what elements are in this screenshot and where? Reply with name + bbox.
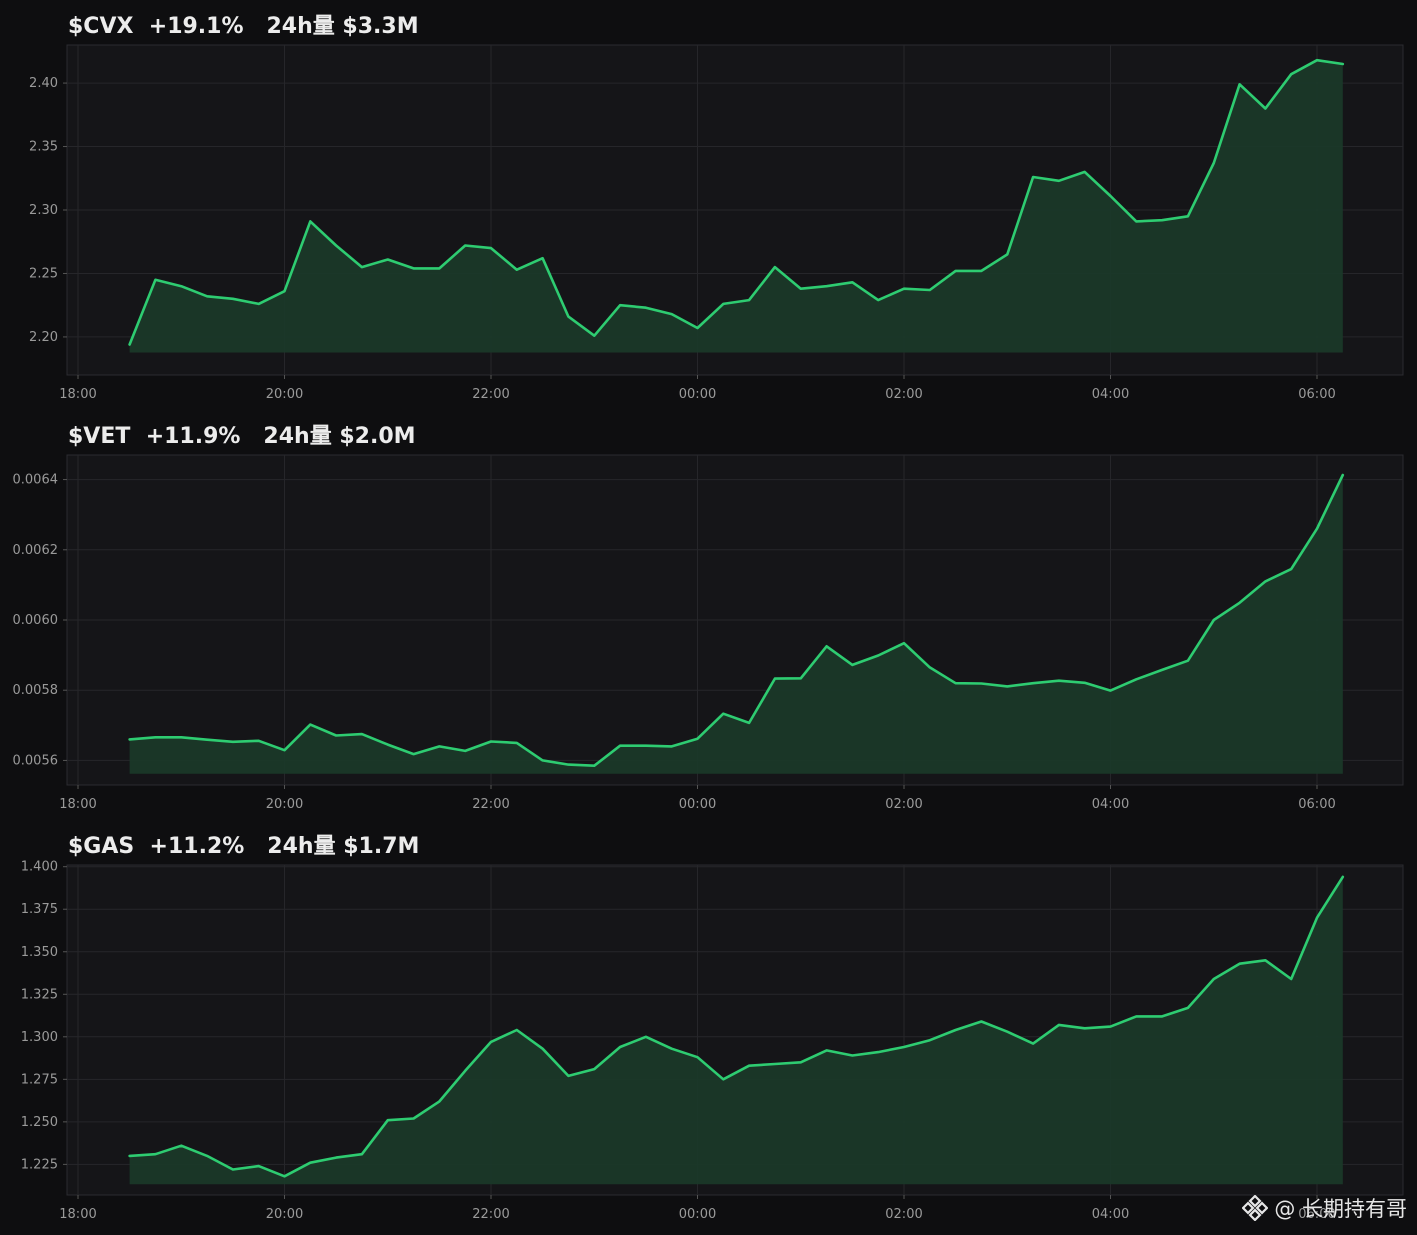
y-tick-label-vet: 0.0062 (13, 543, 59, 558)
x-tick-label-vet: 22:00 (472, 797, 509, 812)
y-tick-label-gas: 1.325 (21, 987, 58, 1002)
x-tick-label-vet: 04:00 (1092, 797, 1129, 812)
x-tick-label-vet: 00:00 (679, 797, 716, 812)
y-tick-label-gas: 1.300 (21, 1030, 58, 1045)
y-tick-label-gas: 1.250 (21, 1115, 58, 1130)
x-tick-label-cvx: 02:00 (885, 387, 922, 402)
charts-canvas: 2.20 2.25 2.30 2.35 2.40 18:00 20:00 22:00 00:00… (13, 44, 1404, 1222)
y-tick-label-gas: 1.350 (21, 945, 58, 960)
watermark-text: @ 长期持有哥 (1274, 1197, 1407, 1221)
x-tick-label-cvx: 00:00 (679, 387, 716, 402)
y-tick-label-cvx: 2.30 (29, 203, 58, 218)
x-tick-label-gas: 02:00 (885, 1207, 922, 1222)
y-tick-label-gas: 1.275 (21, 1072, 58, 1087)
x-tick-label-vet: 18:00 (59, 797, 96, 812)
x-tick-label-gas: 22:00 (472, 1207, 509, 1222)
y-tick-label-cvx: 2.25 (29, 266, 58, 281)
x-tick-label-vet: 20:00 (266, 797, 303, 812)
x-tick-label-gas: 20:00 (266, 1207, 303, 1222)
y-tick-label-vet: 0.0058 (13, 683, 59, 698)
y-tick-label-gas: 1.375 (21, 902, 58, 917)
x-tick-label-cvx: 20:00 (266, 387, 303, 402)
y-tick-label-vet: 0.0064 (13, 473, 59, 488)
x-tick-label-cvx: 22:00 (472, 387, 509, 402)
y-tick-label-gas: 1.400 (21, 860, 58, 875)
y-tick-label-vet: 0.0056 (13, 753, 59, 768)
x-tick-label-cvx: 18:00 (59, 387, 96, 402)
x-tick-label-gas: 00:00 (679, 1207, 716, 1222)
x-tick-label-vet: 06:00 (1298, 797, 1335, 812)
x-tick-label-gas: 18:00 (59, 1207, 96, 1222)
y-tick-label-cvx: 2.40 (29, 76, 58, 91)
x-tick-label-cvx: 04:00 (1092, 387, 1129, 402)
x-tick-label-gas: 04:00 (1092, 1207, 1129, 1222)
y-tick-label-vet: 0.0060 (13, 613, 59, 628)
y-tick-label-cvx: 2.20 (29, 330, 58, 345)
x-tick-label-cvx: 06:00 (1298, 387, 1335, 402)
x-tick-label-vet: 02:00 (885, 797, 922, 812)
binance-logo-icon (1242, 1195, 1269, 1221)
y-tick-label-cvx: 2.35 (29, 140, 58, 155)
watermark: @ 长期持有哥 (1242, 1193, 1407, 1223)
y-tick-label-gas: 1.225 (21, 1157, 58, 1172)
